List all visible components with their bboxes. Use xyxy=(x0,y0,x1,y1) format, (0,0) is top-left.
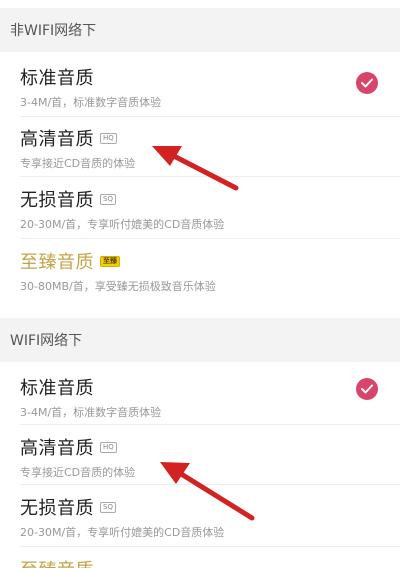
option-description: 3-4M/首，标准数字音质体验 xyxy=(20,406,162,419)
sq-badge: SQ xyxy=(100,501,116,513)
option-title: 标准音质 xyxy=(20,68,94,89)
option-title: 无损音质 xyxy=(20,190,94,211)
quality-option-master[interactable]: 至臻音质 至臻 30-80MB/首，享受臻无损极致音乐体验 xyxy=(0,240,400,302)
quality-option-lossless[interactable]: 无损音质 SQ 20-30M/首，专享听付媲美的CD音质体验 xyxy=(0,178,400,240)
section-header-label: WIFI网络下 xyxy=(10,333,83,349)
divider xyxy=(20,176,400,177)
quality-option-master[interactable]: 至臻音质 xyxy=(0,548,400,568)
check-icon xyxy=(356,378,378,400)
option-title: 标准音质 xyxy=(20,378,94,399)
section-header-label: 非WIFI网络下 xyxy=(10,23,97,39)
master-badge: 至臻 xyxy=(100,255,120,267)
sq-badge: SQ xyxy=(100,193,116,205)
option-description: 3-4M/首，标准数字音质体验 xyxy=(20,96,162,109)
quality-option-hq[interactable]: 高清音质 HQ 专享接近CD音质的体验 xyxy=(0,426,400,488)
option-title: 至臻音质 xyxy=(20,252,94,273)
divider xyxy=(20,484,400,485)
check-icon xyxy=(356,72,378,94)
quality-option-lossless[interactable]: 无损音质 SQ 20-30M/首，专享听付媲美的CD音质体验 xyxy=(0,486,400,548)
option-title: 高清音质 xyxy=(20,438,94,459)
section-header-wifi: WIFI网络下 xyxy=(0,318,400,362)
divider xyxy=(20,238,400,239)
option-description: 30-80MB/首，享受臻无损极致音乐体验 xyxy=(20,280,216,293)
option-title: 无损音质 xyxy=(20,498,94,519)
option-description: 专享接近CD音质的体验 xyxy=(20,466,136,479)
option-description: 20-30M/首，专享听付媲美的CD音质体验 xyxy=(20,526,225,539)
option-title: 至臻音质 xyxy=(20,556,94,568)
quality-option-hq[interactable]: 高清音质 HQ 专享接近CD音质的体验 xyxy=(0,117,400,179)
option-description: 专享接近CD音质的体验 xyxy=(20,157,136,170)
section-header-non-wifi: 非WIFI网络下 xyxy=(0,8,400,52)
divider xyxy=(20,546,400,547)
hq-badge: HQ xyxy=(100,441,117,453)
hq-badge: HQ xyxy=(100,132,117,144)
divider xyxy=(20,424,400,425)
option-title: 高清音质 xyxy=(20,129,94,150)
quality-option-standard[interactable]: 标准音质 3-4M/首，标准数字音质体验 xyxy=(0,366,400,428)
option-description: 20-30M/首，专享听付媲美的CD音质体验 xyxy=(20,218,225,231)
quality-option-standard[interactable]: 标准音质 3-4M/首，标准数字音质体验 xyxy=(0,56,400,118)
